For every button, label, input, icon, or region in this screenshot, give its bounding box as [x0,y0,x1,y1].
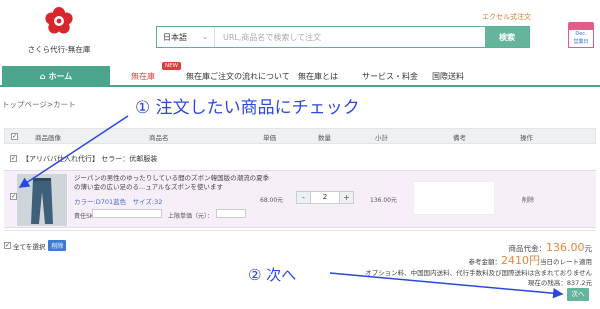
next-button[interactable]: 次へ [567,288,589,301]
item-subtotal: 136.00元 [370,197,397,204]
unit-price: 68.00元 [260,197,284,204]
col-subtotal: 小計 [375,134,388,142]
nav-item-about[interactable]: 無在庫とは [298,71,338,82]
yen-note: 当日のレート適用 [540,258,592,266]
select-all-checkbox[interactable]: ✓ [4,242,11,249]
language-select[interactable]: 日本語 ⌄ [157,27,215,47]
col-note: 備考 [453,134,466,142]
yen-estimate: 参考金額：2410円当日のレート適用 [469,252,593,268]
search-bar: 日本語 ⌄ 検索 [156,26,530,48]
limit-price-input[interactable] [216,209,246,218]
search-input[interactable] [215,27,485,47]
yen-value: 2410円 [501,254,540,267]
quantity-minus-button[interactable]: - [297,192,310,203]
logo-text: さくら代行-無在庫 [27,45,91,54]
quantity-stepper: - 2 + [296,191,354,204]
nav-home-label: ホーム [48,72,73,81]
divider [4,230,596,231]
col-action: 操作 [520,134,533,142]
item-title[interactable]: ジーパンの男性のゆったりしている間のズボン韓国版の潮流の夏季の薄い金の広い足のる… [74,174,274,192]
calendar-month: Dec. [575,31,587,37]
delete-selected-button[interactable]: 削除 [48,240,67,251]
balance: 現在の残高：837.2元 [527,279,592,287]
new-badge: NEW [162,62,182,70]
limit-price-label: 上限単価（元）： [168,213,214,220]
fee-note: オプション料、中国国内送料、代行手数料及び国際送料は含まれておりません [365,269,592,277]
item-checkbox[interactable]: ✓ [10,193,17,200]
memo-input[interactable] [92,209,162,218]
delete-item-link[interactable]: 削除 [522,195,534,204]
quantity-plus-button[interactable]: + [340,192,353,203]
home-icon: ⌂ [39,72,46,81]
chevron-down-icon: ⌄ [202,33,208,41]
search-button[interactable]: 検索 [485,27,529,47]
nav-item-service[interactable]: サービス・料金 [362,71,418,82]
item-variant: カラー:D701蓝色 サイズ:32 [74,198,163,206]
nav-home[interactable]: ⌂ ホーム [2,66,110,87]
annotation-step-1: ① 注文したい商品にチェック [135,98,360,118]
nav-item-shipping[interactable]: 国際送料 [432,71,464,82]
quantity-value[interactable]: 2 [310,192,340,203]
site-logo[interactable]: さくら代行-無在庫 [14,6,104,55]
nav-item-muzaiko[interactable]: 無在庫 [131,71,155,82]
annotation-step-2: ② 次へ [248,266,297,284]
nav-item-flow[interactable]: 無在庫ご注文の流れについて [186,71,290,82]
main-nav: ⌂ ホーム NEW 無在庫 無在庫ご注文の流れについて 無在庫とは サービス・料… [0,62,600,87]
language-value: 日本語 [163,32,187,42]
note-input[interactable] [413,181,495,215]
breadcrumb[interactable]: トップページ>カート [2,99,76,110]
col-name: 商品名 [149,134,169,142]
calendar-icon[interactable]: Dec. 営業日 [568,22,594,48]
seller-name: 【アリババ仕入れ代行】 セラー：优邮服装 [22,155,158,163]
cart-table-header: ✓ 商品画像 商品名 単価 数量 小計 備考 操作 [4,128,596,144]
select-all: ✓ 全てを選択 削除 [4,240,67,251]
seller-row: ✓ 【アリババ仕入れ代行】 セラー：优邮服装 [4,152,596,166]
seller-checkbox[interactable]: ✓ [10,155,17,162]
cart-item-row: ✓ ジーパンの男性のゆったりしている間のズボン韓国版の潮流の夏季の薄い金の広い足… [4,170,596,228]
yen-label: 参考金額： [468,258,502,266]
col-price: 単価 [263,134,276,142]
col-image: 商品画像 [35,134,61,142]
sakura-logo-icon [45,7,73,34]
calendar-label: 営業日 [573,39,589,45]
select-all-label[interactable]: 全てを選択 [13,241,45,251]
header-checkbox[interactable]: ✓ [11,133,18,140]
col-qty: 数量 [318,134,331,142]
excel-order-link[interactable]: エクセル式注文 [482,12,531,22]
product-thumbnail[interactable] [17,174,67,226]
